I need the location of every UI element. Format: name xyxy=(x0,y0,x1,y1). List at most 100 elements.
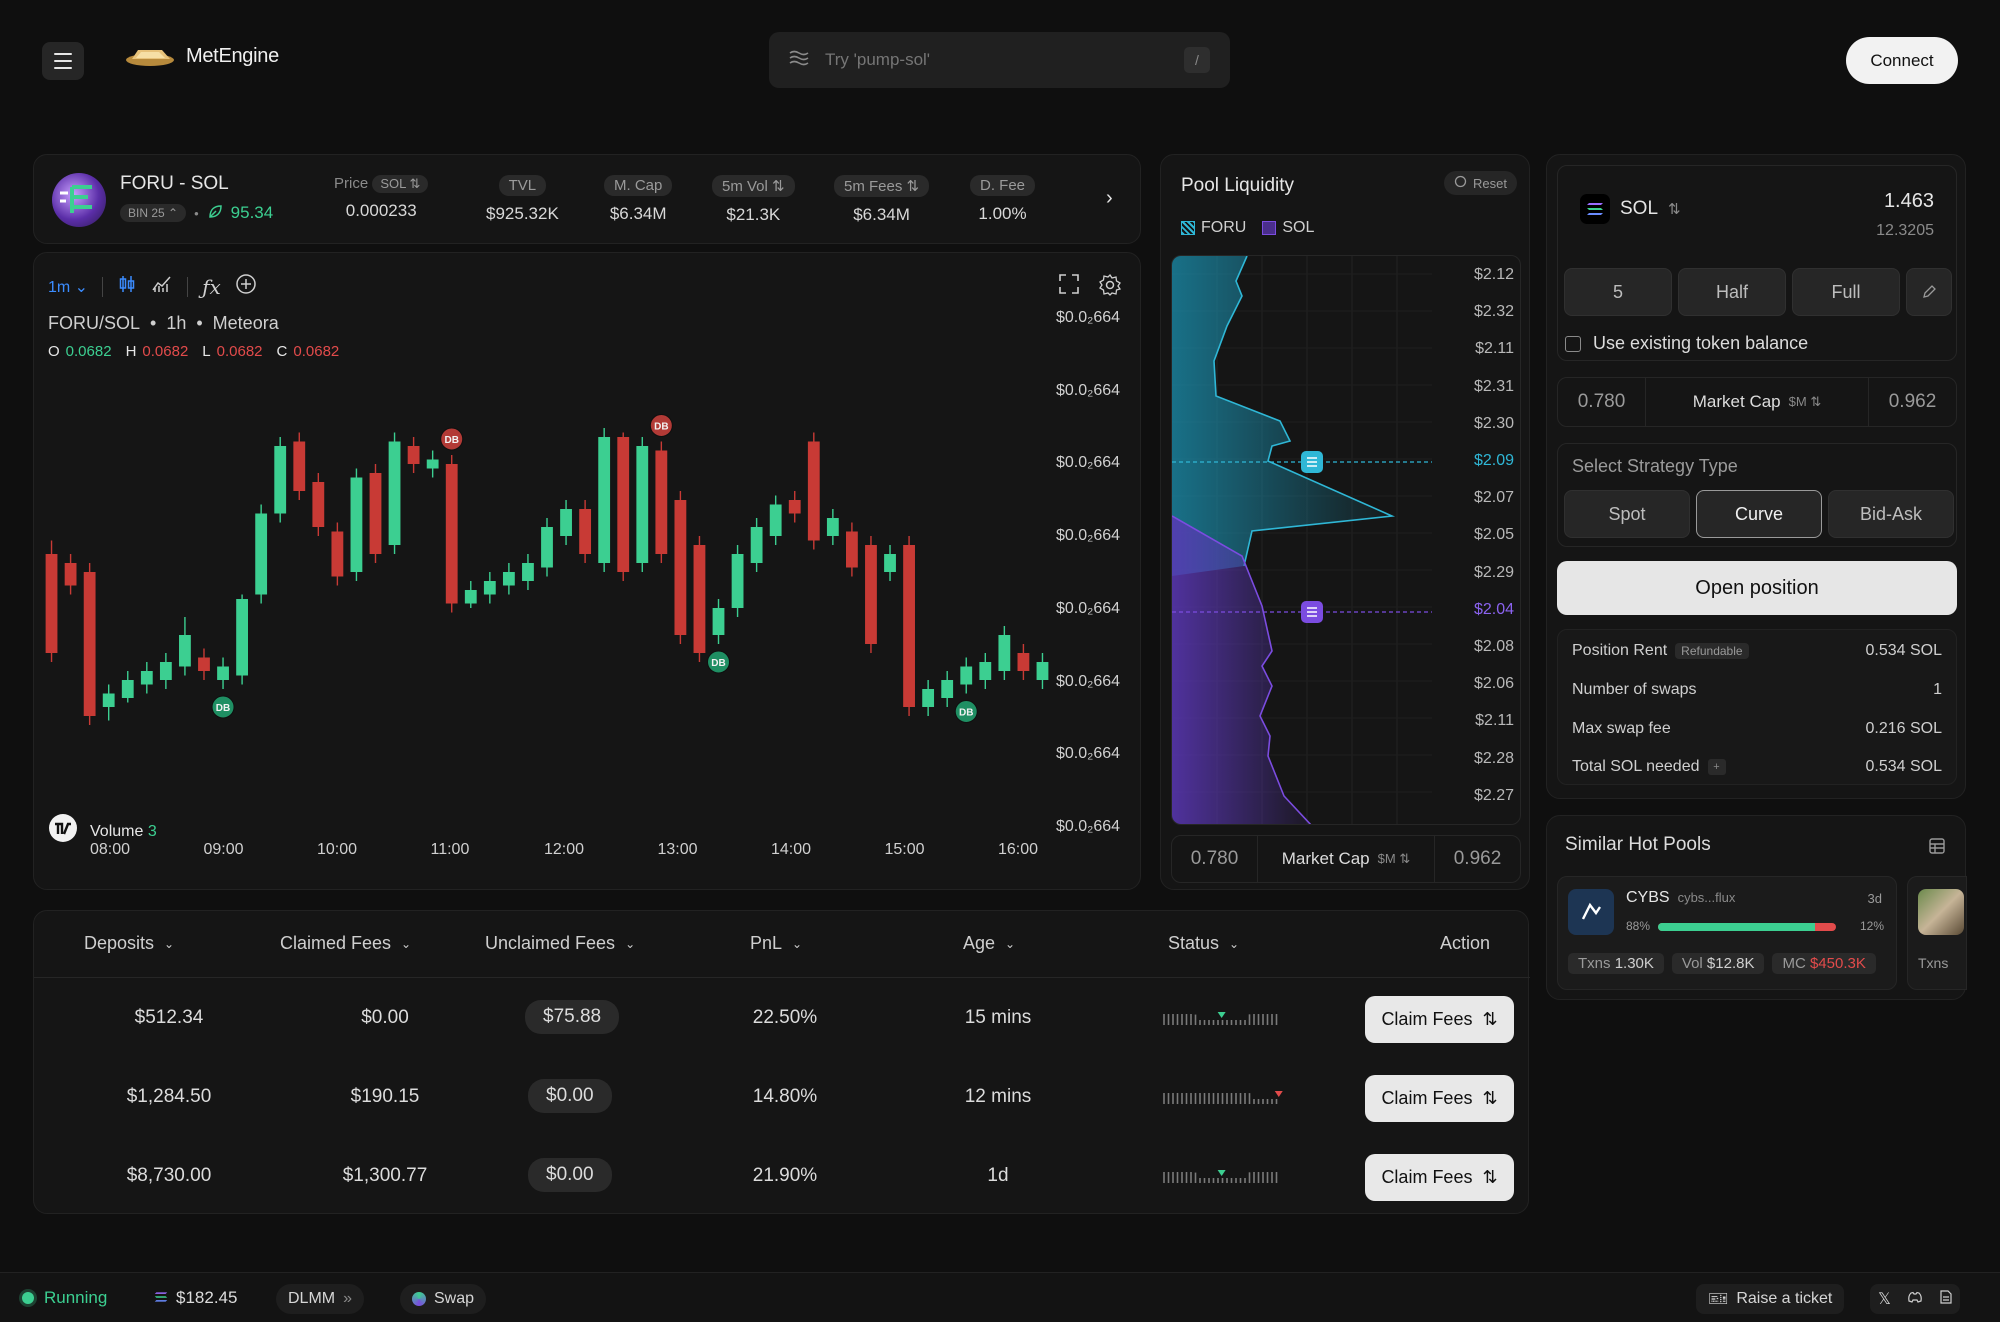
range-max-input[interactable]: 0.962 xyxy=(1868,378,1956,426)
candle xyxy=(140,662,153,694)
similar-hot-pools-panel: Similar Hot Pools CYBS cybs...flux 3d 88%… xyxy=(1546,815,1967,1000)
candlestick-series[interactable]: DB DB DB DB DB xyxy=(42,383,1052,833)
candle-type-icon[interactable] xyxy=(117,274,137,299)
add-icon[interactable] xyxy=(235,273,257,300)
open-position-button[interactable]: Open position xyxy=(1557,561,1957,615)
x-twitter-icon[interactable]: 𝕏 xyxy=(1878,1289,1891,1309)
candle xyxy=(426,450,439,478)
price-unit-toggle[interactable]: SOL ⇅ xyxy=(372,175,429,193)
strategy-bid-ask-button[interactable]: Bid-Ask xyxy=(1828,490,1954,538)
range-handle-lower[interactable] xyxy=(1301,601,1323,623)
candle-body xyxy=(903,545,915,707)
chevron-down-icon: ⌄ xyxy=(401,936,412,951)
trade-marker[interactable]: DB xyxy=(649,414,673,437)
quick-amount-half-button[interactable]: Half xyxy=(1678,268,1786,316)
claim-fees-button[interactable]: Claim Fees ⇅ xyxy=(1365,996,1514,1043)
trade-marker[interactable]: DB xyxy=(707,650,731,674)
liquidity-price-label: $2.27 xyxy=(1473,786,1514,804)
candle xyxy=(45,540,58,662)
range-mode-selector[interactable]: Market Cap $M ⇅ xyxy=(1646,392,1868,412)
quick-amount-5-button[interactable]: 5 xyxy=(1564,268,1672,316)
strategy-curve-button[interactable]: Curve xyxy=(1696,490,1822,538)
candle xyxy=(483,572,496,604)
indicators-icon[interactable] xyxy=(151,274,173,299)
strategy-title: Select Strategy Type xyxy=(1572,456,1738,476)
trade-marker[interactable]: DB xyxy=(211,695,235,719)
edit-pencil-icon[interactable] xyxy=(1906,268,1952,316)
claim-fees-button[interactable]: Claim Fees ⇅ xyxy=(1365,1154,1514,1201)
candle xyxy=(159,653,172,689)
unclaimed-fee-badge: $0.00 xyxy=(528,1079,612,1113)
stat-5m-volume[interactable]: 5m Vol ⇅ $21.3K xyxy=(712,175,795,225)
liquidity-price-label: $2.05 xyxy=(1473,526,1514,544)
use-existing-balance-checkbox[interactable]: Use existing token balance xyxy=(1565,333,1808,354)
range-type-selector[interactable]: Market Cap $M ⇅ xyxy=(1258,849,1434,869)
quick-amount-full-button[interactable]: Full xyxy=(1792,268,1900,316)
liquidity-chart[interactable]: $2.12 $2.32 $2.11 $2.31 $2.30 $2.09 $2.07 $2.05… xyxy=(1171,255,1521,825)
sol-token-icon xyxy=(154,1288,168,1308)
col-pnl[interactable]: PnL ⌄ xyxy=(750,933,802,954)
price-axis-label: $0.0₂664 xyxy=(1056,381,1121,399)
stat-5m-fees[interactable]: 5m Fees ⇅ $6.34M xyxy=(834,175,930,225)
candle-body xyxy=(712,608,725,635)
status-range-gauge xyxy=(1163,1091,1283,1104)
function-icon[interactable]: ƒx xyxy=(202,275,221,299)
range-handle-upper[interactable] xyxy=(1301,451,1323,473)
candle-body xyxy=(598,437,611,563)
liquidity-range-control[interactable]: 0.780 Market Cap $M ⇅ 0.962 xyxy=(1171,835,1521,883)
fullscreen-icon[interactable] xyxy=(1058,273,1080,300)
interval-selector[interactable]: 1m ⌄ xyxy=(48,277,88,297)
settings-gear-icon[interactable] xyxy=(1098,273,1122,302)
range-min-value[interactable]: 0.780 xyxy=(1172,836,1258,882)
candle-body xyxy=(979,662,992,680)
strategy-spot-button[interactable]: Spot xyxy=(1564,490,1690,538)
candle xyxy=(960,657,973,694)
candle-body xyxy=(674,500,687,635)
col-claimed-fees[interactable]: Claimed Fees ⌄ xyxy=(280,933,411,954)
candle-body xyxy=(350,477,363,572)
candle-body xyxy=(560,509,572,536)
range-min-input[interactable]: 0.780 xyxy=(1558,378,1646,426)
col-status[interactable]: Status ⌄ xyxy=(1168,933,1239,954)
ticket-icon: 🎫︎ xyxy=(1708,1291,1729,1308)
info-icon[interactable]: + xyxy=(1707,759,1726,775)
menu-button[interactable] xyxy=(42,42,84,80)
discord-icon[interactable] xyxy=(1907,1290,1923,1308)
market-cap-range-control[interactable]: 0.780 Market Cap $M ⇅ 0.962 xyxy=(1557,377,1957,427)
sol-token-icon xyxy=(1580,194,1610,224)
trade-marker[interactable]: DB xyxy=(440,427,464,451)
col-age[interactable]: Age ⌄ xyxy=(963,933,1015,954)
raise-ticket-button[interactable]: 🎫︎ Raise a ticket xyxy=(1696,1284,1845,1314)
table-view-icon[interactable] xyxy=(1927,836,1947,861)
search-bar[interactable]: / xyxy=(769,32,1230,88)
dlmm-link[interactable]: DLMM» xyxy=(276,1284,365,1314)
bin-step-badge: BIN 25 ⌃ xyxy=(120,204,187,222)
deposit-amount-input[interactable]: 1.463 xyxy=(1884,190,1934,213)
docs-icon[interactable] xyxy=(1940,1289,1952,1309)
candle xyxy=(312,473,325,536)
search-input[interactable] xyxy=(825,50,1184,70)
candle-body xyxy=(922,689,935,707)
connect-wallet-button[interactable]: Connect xyxy=(1846,37,1958,84)
trade-marker[interactable]: DB xyxy=(954,700,978,723)
col-deposits[interactable]: Deposits ⌄ xyxy=(84,933,174,954)
token-selector[interactable]: SOL ⇅ xyxy=(1580,194,1681,224)
hot-pool-card[interactable]: CYBS cybs...flux 3d 88% 12% Txns 1.30K Vo… xyxy=(1557,876,1897,990)
candle xyxy=(712,599,725,644)
reset-button[interactable]: Reset xyxy=(1444,171,1517,195)
candle xyxy=(731,545,744,617)
candle xyxy=(255,504,268,604)
positions-table: Deposits ⌄ Claimed Fees ⌄ Unclaimed Fees ⌄ … xyxy=(33,910,1530,1214)
swap-link[interactable]: Swap xyxy=(400,1284,487,1314)
range-max-value[interactable]: 0.962 xyxy=(1434,836,1520,882)
chevron-updown-icon: ⇅ xyxy=(1482,1167,1498,1187)
candle-body xyxy=(236,599,249,676)
candle-body xyxy=(407,446,420,464)
brand-logo[interactable]: MetEngine xyxy=(124,44,279,68)
candle-body xyxy=(884,554,896,572)
claim-fees-button[interactable]: Claim Fees ⇅ xyxy=(1365,1075,1514,1122)
scroll-right-icon[interactable]: › xyxy=(1106,187,1113,210)
hot-pool-card-next[interactable]: Txns xyxy=(1907,876,1967,990)
candle-body xyxy=(769,504,782,536)
col-unclaimed-fees[interactable]: Unclaimed Fees ⌄ xyxy=(485,933,635,954)
